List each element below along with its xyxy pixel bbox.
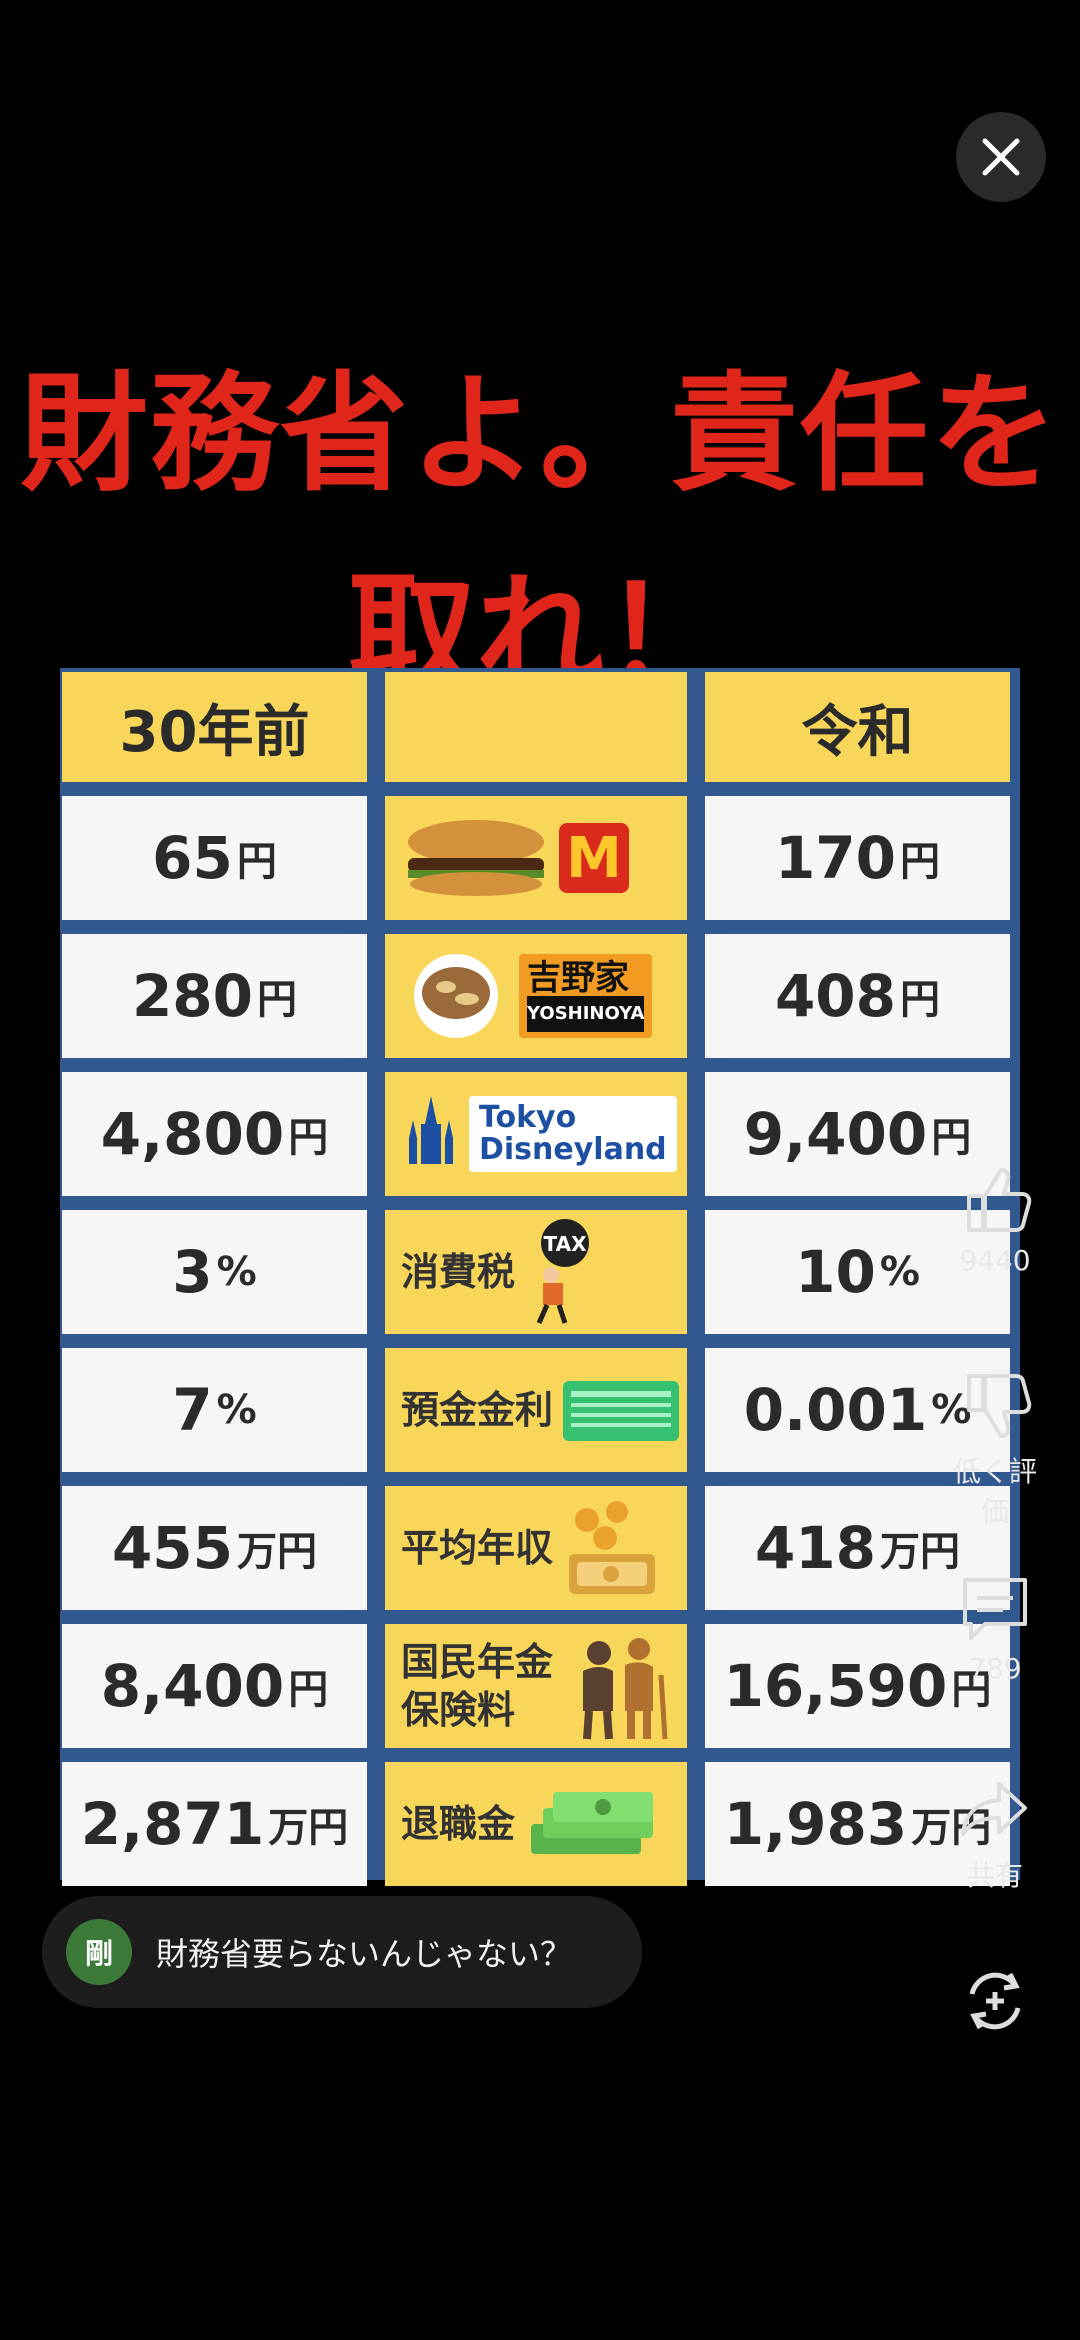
past-value: 2,871 xyxy=(80,1790,265,1858)
current-value: 170 xyxy=(774,824,897,892)
past-value: 8,400 xyxy=(100,1652,285,1720)
item-cell: 退職金 xyxy=(385,1762,687,1886)
comment-action[interactable]: 789 xyxy=(940,1568,1050,1685)
item-cell: 消費税 TAX xyxy=(385,1210,687,1334)
item-label: 預金金利 xyxy=(401,1388,554,1432)
avatar: 剛 xyxy=(66,1919,132,1985)
comment-text: 財務省要らないんじゃない？ xyxy=(156,1935,573,1973)
current-value-cell: 408 円 xyxy=(705,934,1010,1058)
past-value: 3 xyxy=(172,1238,213,1306)
past-unit: 円 xyxy=(288,1115,329,1161)
header-30-years-ago: 30年前 xyxy=(62,672,367,782)
current-value: 9,400 xyxy=(743,1100,928,1168)
close-icon xyxy=(982,138,1020,176)
share-label: 共有 xyxy=(966,1859,1023,1892)
comment-icon xyxy=(963,1578,1027,1640)
svg-text:TAX: TAX xyxy=(544,1232,588,1256)
current-unit: % xyxy=(879,1249,920,1295)
past-value-cell: 2,871 万円 xyxy=(62,1762,367,1886)
item-label: 平均年収 xyxy=(401,1526,554,1570)
past-unit: 万円 xyxy=(268,1805,349,1851)
past-unit: % xyxy=(216,1249,257,1295)
mcdonalds-logo: M xyxy=(559,823,629,893)
item-cell: 預金金利 xyxy=(385,1348,687,1472)
item-label: 退職金 xyxy=(401,1802,516,1846)
past-value-cell: 8,400 円 xyxy=(62,1624,367,1748)
past-value-cell: 65 円 xyxy=(62,796,367,920)
close-button[interactable] xyxy=(956,112,1046,202)
item-cell: M xyxy=(385,796,687,920)
remix-action[interactable] xyxy=(940,1966,1050,2036)
hamburger-icon xyxy=(401,818,551,898)
thumbs-up-icon xyxy=(967,1168,1032,1232)
comment-count: 789 xyxy=(968,1652,1022,1685)
past-value: 455 xyxy=(111,1514,234,1582)
past-value: 7 xyxy=(172,1376,213,1444)
past-unit: 円 xyxy=(257,977,298,1023)
item-cell: 吉野家 YOSHINOYA xyxy=(385,934,687,1058)
past-value-cell: 7% xyxy=(62,1348,367,1472)
past-value-cell: 4,800 円 xyxy=(62,1072,367,1196)
top-comment[interactable]: 剛 財務省要らないんじゃない？ xyxy=(42,1896,642,2008)
disneyland-logo: Tokyo Disneyland xyxy=(469,1096,677,1172)
past-unit: 万円 xyxy=(237,1529,318,1575)
item-cell: Tokyo Disneyland xyxy=(385,1072,687,1196)
dislike-action[interactable]: 低く評価 xyxy=(940,1366,1050,1530)
item-label: 国民年金 保険料 xyxy=(401,1640,554,1732)
comparison-table: 30年前 令和 65 円 M 170 円 280 円吉野家 YOSHINOYA 408 円 4,80… xyxy=(60,668,1020,1886)
current-value: 1,983 xyxy=(723,1790,908,1858)
thumbs-down-icon xyxy=(967,1374,1032,1438)
current-unit: 円 xyxy=(900,839,941,885)
like-count: 9440 xyxy=(959,1244,1031,1277)
share-icon xyxy=(961,1782,1027,1836)
current-unit: 円 xyxy=(931,1115,972,1161)
current-unit: 円 xyxy=(900,977,941,1023)
current-value: 408 xyxy=(774,962,897,1030)
past-value-cell: 280 円 xyxy=(62,934,367,1058)
tax-icon: TAX xyxy=(523,1217,603,1327)
past-value-cell: 3% xyxy=(62,1210,367,1334)
header-reiwa: 令和 xyxy=(705,672,1010,782)
item-cell: 国民年金 保険料 xyxy=(385,1624,687,1748)
like-action[interactable]: 9440 xyxy=(940,1160,1050,1277)
current-value: 10 xyxy=(795,1238,876,1306)
past-unit: 円 xyxy=(236,839,277,885)
item-label: 消費税 xyxy=(401,1250,516,1294)
bankbook-icon xyxy=(561,1375,681,1445)
money-stack-icon xyxy=(523,1774,663,1874)
dislike-label: 低く評価 xyxy=(952,1455,1037,1528)
past-unit: 円 xyxy=(288,1667,329,1713)
yoshinoya-logo: 吉野家 YOSHINOYA xyxy=(519,954,653,1038)
current-value: 0.001 xyxy=(743,1376,928,1444)
item-cell: 平均年収 xyxy=(385,1486,687,1610)
elderly-icon xyxy=(561,1631,671,1741)
current-value-cell: 170 円 xyxy=(705,796,1010,920)
gyudon-icon xyxy=(401,951,511,1041)
past-value: 280 xyxy=(131,962,254,1030)
headline-line-1: 財務省よ。責任を xyxy=(19,360,1060,509)
header-middle xyxy=(385,672,687,782)
past-value: 4,800 xyxy=(100,1100,285,1168)
castle-icon xyxy=(401,1094,461,1174)
remix-icon xyxy=(969,1972,1021,2030)
past-value: 65 xyxy=(152,824,233,892)
past-value-cell: 455 万円 xyxy=(62,1486,367,1610)
current-value: 418 xyxy=(754,1514,877,1582)
coins-icon xyxy=(561,1498,661,1598)
past-unit: % xyxy=(216,1387,257,1433)
current-value: 16,590 xyxy=(723,1652,948,1720)
share-action[interactable]: 共有 xyxy=(940,1770,1050,1894)
